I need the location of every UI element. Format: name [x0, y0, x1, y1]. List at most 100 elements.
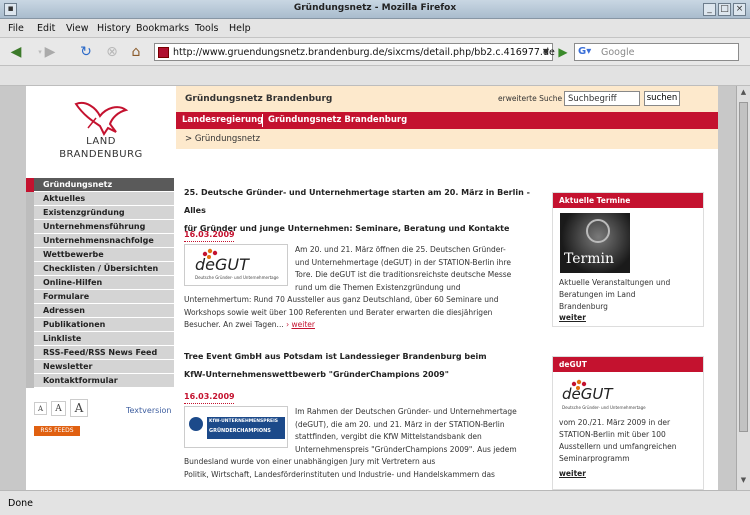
degut-box-image[interactable]: deGUT Deutsche Gründer- und Unternehmert… — [560, 379, 650, 413]
site-title: Gründungsnetz Brandenburg — [185, 94, 333, 104]
article-teaser: Im Rahmen der Deutschen Gründer- und Unt… — [295, 406, 517, 456]
status-bar: Done — [0, 490, 750, 515]
topnav-separator — [262, 114, 263, 127]
menu-view[interactable]: View — [66, 23, 89, 34]
nav-item-kontaktformular[interactable]: Kontaktformular — [26, 374, 174, 388]
nav-item-gruendungsnetz[interactable]: Gründungsnetz — [26, 178, 174, 192]
sidebar-text-line: Aktuelle Veranstaltungen und — [559, 278, 671, 287]
menu-history[interactable]: History — [97, 23, 131, 34]
menu-bookmarks[interactable]: Bookmarks — [136, 23, 189, 34]
search-placeholder: Google — [601, 47, 635, 58]
article-text-line: Unternehmertum: Rund 70 Aussteller aus g… — [184, 295, 499, 304]
article-teaser-continued: Bundesland wurde von einer unabhängigen … — [184, 456, 539, 481]
back-icon[interactable]: ◀ — [6, 42, 26, 62]
rss-feeds-badge[interactable]: RSS FEEDS — [34, 426, 80, 436]
forward-icon[interactable]: ▶ — [40, 42, 60, 62]
degut-box-text: vom 20./21. März 2009 in der STATION-Ber… — [559, 417, 701, 465]
nav-item-rss-feed[interactable]: RSS-Feed/RSS News Feed — [26, 346, 174, 360]
nav-item-publikationen[interactable]: Publikationen — [26, 318, 174, 332]
article-more-link[interactable]: weiter — [292, 320, 315, 329]
url-dropdown-icon[interactable]: ▼ — [543, 47, 549, 56]
scroll-up-icon[interactable]: ▲ — [738, 88, 749, 100]
breadcrumb: > Gründungsnetz — [176, 129, 718, 149]
reload-icon[interactable]: ↻ — [76, 42, 96, 62]
article-text-tail: Besucher. An zwei Tagen... — [184, 320, 284, 330]
nav-item-wettbewerbe[interactable]: Wettbewerbe — [26, 248, 174, 262]
article-text-line: stattfinden, vergibt die KfW Mittelstand… — [295, 432, 482, 442]
maximize-icon[interactable]: □ — [718, 3, 731, 16]
article-title[interactable]: Tree Event GmbH aus Potsdam ist Landessi… — [184, 348, 534, 384]
top-navigation: Landesregierung Gründungsnetz Brandenbur… — [176, 112, 718, 129]
scroll-down-icon[interactable]: ▼ — [738, 476, 749, 488]
termin-image[interactable]: Termin — [560, 213, 630, 273]
nav-item-aktuelles[interactable]: Aktuelles — [26, 192, 174, 206]
degut-box-logo-text: deGUT — [562, 385, 613, 403]
browser-viewport: LAND BRANDENBURG Gründungsnetz Brandenbu… — [0, 86, 736, 490]
events-box-text: Aktuelle Veranstaltungen und Beratungen … — [559, 277, 701, 313]
degut-box: deGUT deGUT Deutsche Gründer- und Untern… — [552, 356, 704, 490]
nav-item-existenzgruendung[interactable]: Existenzgründung — [26, 206, 174, 220]
font-small-button[interactable]: A — [34, 402, 47, 415]
menu-edit[interactable]: Edit — [37, 23, 55, 34]
topnav-landesregierung[interactable]: Landesregierung — [182, 115, 263, 125]
close-icon[interactable]: × — [733, 3, 746, 16]
breadcrumb-item[interactable]: > Gründungsnetz — [185, 134, 260, 144]
bookmarks-toolbar — [0, 66, 750, 86]
degut-box-logo-subtext: Deutsche Gründer- und Unternehmertage — [562, 405, 646, 410]
article-text-line: Tore. Die deGUT ist die traditionsreichs… — [295, 270, 512, 280]
navigation-toolbar: ◀ ▾ ▶ ↻ ⊗ ⌂ http://www.gruendungsnetz.br… — [0, 38, 750, 66]
kfw-emblem-icon — [189, 417, 203, 431]
textversion-link[interactable]: Textversion — [126, 406, 171, 415]
nav-item-newsletter[interactable]: Newsletter — [26, 360, 174, 374]
termin-image-label: Termin — [564, 251, 614, 267]
advanced-search-link[interactable]: erweiterte Suche — [498, 94, 562, 103]
nav-item-online-hilfen[interactable]: Online-Hilfen — [26, 276, 174, 290]
site-favicon-icon — [158, 47, 169, 58]
menu-file[interactable]: File — [8, 23, 24, 34]
article-title-line: KfW-Unternehmenswettbewerb "GründerChamp… — [184, 370, 449, 379]
scrollbar-thumb[interactable] — [739, 102, 748, 432]
window-title: Gründungsnetz - Mozilla Firefox — [293, 3, 457, 13]
nav-item-formulare[interactable]: Formulare — [26, 290, 174, 304]
sidebar-text-line: Brandenburg — [559, 302, 608, 311]
kfw-award-subtitle: GRÜNDERCHAMPIONS — [209, 428, 271, 434]
sidebar-text-line: STATION-Berlin mit über 100 — [559, 430, 666, 439]
site-search-button[interactable]: suchen — [644, 91, 680, 106]
degut-logo-image[interactable]: deGUT Deutsche Gründer- und Unternehmert… — [184, 244, 288, 286]
nav-item-linkliste[interactable]: Linkliste — [26, 332, 174, 346]
nav-item-unternehmensnachfolge[interactable]: Unternehmensnachfolge — [26, 234, 174, 248]
url-bar[interactable]: http://www.gruendungsnetz.brandenburg.de… — [154, 43, 555, 61]
logo-text-brandenburg: BRANDENBURG — [59, 149, 143, 160]
clock-icon — [586, 219, 610, 243]
nav-item-checklisten[interactable]: Checklisten / Übersichten — [26, 262, 174, 276]
article-teaser: Am 20. und 21. März öffnen die 25. Deuts… — [295, 244, 511, 294]
font-large-button[interactable]: A — [70, 399, 88, 417]
stop-icon[interactable]: ⊗ — [102, 42, 122, 62]
sidebar-text-line: Ausstellern und umfangreichen — [559, 442, 677, 451]
article-text-line: rund um die Themen Existenzgründung und — [295, 282, 461, 292]
events-box: Aktuelle Termine Termin Aktuelle Veranst… — [552, 192, 704, 327]
article-title[interactable]: 25. Deutsche Gründer- und Unternehmertag… — [184, 184, 534, 238]
article-text-line: Bundesland wurde von einer unabhängigen … — [184, 457, 436, 466]
more-arrow-icon: › — [286, 320, 290, 330]
menu-tools[interactable]: Tools — [195, 23, 218, 34]
google-icon[interactable]: G▾ — [578, 46, 591, 57]
vertical-scrollbar[interactable]: ▲ ▼ — [736, 86, 750, 490]
web-page: LAND BRANDENBURG Gründungsnetz Brandenbu… — [26, 86, 718, 490]
home-icon[interactable]: ⌂ — [126, 42, 146, 62]
site-search-input[interactable] — [564, 91, 640, 106]
go-icon[interactable]: ▶ — [555, 43, 571, 61]
article-title-line: 25. Deutsche Gründer- und Unternehmertag… — [184, 188, 530, 215]
search-box[interactable]: G▾ Google — [574, 43, 739, 61]
events-more-link[interactable]: weiter — [559, 313, 586, 322]
degut-more-link[interactable]: weiter — [559, 469, 586, 478]
nav-item-unternehmensfuehrung[interactable]: Unternehmensführung — [26, 220, 174, 234]
topnav-gruendungsnetz[interactable]: Gründungsnetz Brandenburg — [268, 115, 407, 125]
nav-item-adressen[interactable]: Adressen — [26, 304, 174, 318]
brandenburg-logo[interactable]: LAND BRANDENBURG — [26, 86, 176, 178]
kfw-award-image[interactable]: KfW-UNTERNEHMENSPREIS GRÜNDERCHAMPIONS — [184, 406, 288, 448]
minimize-icon[interactable]: _ — [703, 3, 716, 16]
menu-help[interactable]: Help — [229, 23, 251, 34]
font-medium-button[interactable]: A — [51, 401, 66, 416]
left-navigation: Gründungsnetz Aktuelles Existenzgründung… — [26, 178, 174, 388]
